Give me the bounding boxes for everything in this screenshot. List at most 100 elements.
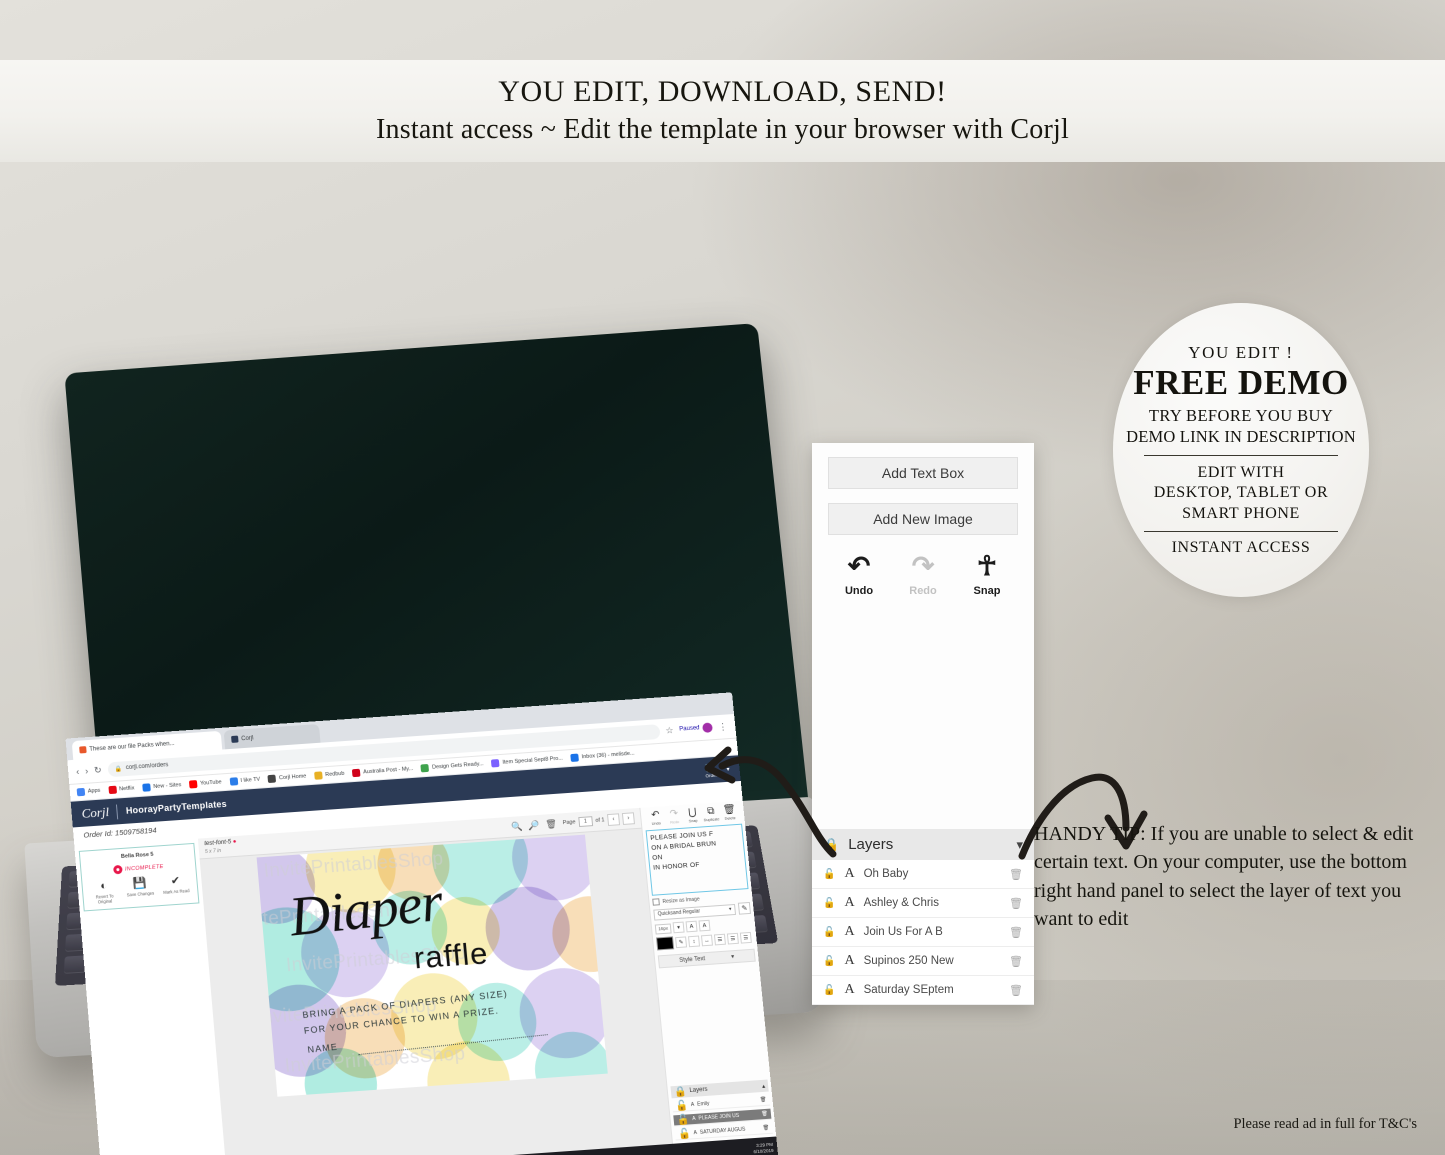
page-number-input[interactable]: 1 [578,816,593,828]
prev-page-button[interactable]: ‹ [606,813,621,827]
next-page-button[interactable]: › [621,812,635,825]
design-name-label[interactable]: NAME [307,1042,339,1055]
unlock-icon[interactable]: 🔓 [676,1114,690,1126]
checkbox-icon[interactable] [652,898,660,906]
bookmark-label: YouTube [199,779,222,787]
trash-icon[interactable]: 🗑 [761,1111,768,1117]
text-color-swatch[interactable] [656,936,675,951]
align-right-icon[interactable]: ☰ [739,931,752,944]
bookmark-item[interactable]: Corjl Home [267,772,307,784]
tool-label: Undo [651,821,661,826]
design-title-script[interactable]: Diaper [286,870,446,949]
clock-date: 6/10/2019 [753,1147,774,1154]
corjl-canvas-column: test-font-5 ● 5 x 7 in 🔍 🔎 🗑 Page 1 of 1… [197,807,673,1155]
font-family-select[interactable]: Quicksand Regular ▾ [653,903,737,921]
laptop-screen: These are our file Packs when... Corjl ‹… [65,692,779,1155]
design-title-sub[interactable]: raffle [412,935,489,976]
layer-name: Supinos 250 New [863,955,954,967]
layer-row[interactable]: 🔓 A Oh Baby 🗑 [812,860,1034,889]
layer-row[interactable]: 🔓 A Join Us For A B 🗑 [812,918,1034,947]
align-left-icon[interactable]: ☰ [713,933,726,946]
trash-icon[interactable]: 🗑 [1009,868,1023,881]
bookmark-item[interactable]: New - Sites [142,781,182,792]
font-size-input[interactable]: 16px [654,922,672,935]
line-height-icon[interactable]: ↕ [687,935,701,948]
zoom-in-icon[interactable]: 🔍 [511,821,523,833]
bookmark-favicon [570,753,580,762]
profile-chip[interactable]: Paused [679,722,713,734]
star-icon[interactable]: ☆ [665,725,674,736]
trash-icon[interactable]: 🗑 [1009,984,1023,997]
eyedropper-icon[interactable]: ✎ [675,936,688,949]
trash-icon[interactable]: 🗑 [1009,926,1023,939]
layer-name: Emily [696,1100,710,1108]
badge-divider [1144,454,1338,456]
unlock-icon[interactable]: 🔓 [675,1100,689,1112]
bookmark-item[interactable]: I like TV [229,776,260,786]
add-new-image-button[interactable]: Add New Image [828,503,1018,535]
trash-icon[interactable]: 🗑 [763,1125,770,1131]
letter-spacing-icon[interactable]: ↔ [700,934,714,947]
corjl-logo[interactable]: Corjl [81,804,110,822]
trash-icon[interactable]: 🗑 [1009,897,1023,910]
bookmark-item[interactable]: YouTube [188,778,222,789]
layer-row[interactable]: 🔓 A Saturday SEptem 🗑 [812,976,1034,1005]
redo-button[interactable]: ↷ Redo [664,808,684,825]
mark-as-read-button[interactable]: ✔ Mark As Read [159,875,192,895]
align-center-icon[interactable]: ☰ [726,932,739,945]
action-label: Save Changes [126,890,155,898]
bookmark-item[interactable]: Design Gets Ready... [420,760,484,773]
page-controls: Page 1 of 1 ‹ › [562,812,635,829]
text-layer-icon: A [691,1115,696,1123]
zoom-out-icon[interactable]: 🔎 [528,819,540,831]
chevron-up-icon[interactable]: ▴ [762,1082,766,1089]
decrease-size-icon[interactable]: A [685,920,698,933]
unlock-icon[interactable]: 🔓 [678,1128,692,1140]
delete-page-icon[interactable]: 🗑 [545,818,557,830]
url-text: corjl.com/orders [125,762,169,772]
menu-kebab-icon[interactable]: ⋮ [718,721,728,732]
invitation-design[interactable]: InvitePrintablesShop InvitePrintablesSho… [256,834,608,1097]
trash-icon[interactable]: 🗑 [760,1097,767,1103]
panel-layers-header[interactable]: 🔒 Layers ▾ [812,829,1034,860]
bookmark-item[interactable]: Redbub [313,770,345,780]
unlock-icon[interactable]: 🔓 [823,927,835,938]
unlock-icon[interactable]: 🔓 [823,985,835,996]
bookmark-item[interactable]: Australia Post - My... [351,765,414,778]
bookmark-item[interactable]: Item Special Sept8 Pro... [491,755,563,768]
add-text-box-button[interactable]: Add Text Box [828,457,1018,489]
increase-size-icon[interactable]: A [698,919,711,932]
free-demo-badge: YOU EDIT ! FREE DEMO TRY BEFORE YOU BUY … [1113,303,1369,597]
format-row: ✎ ↕ ↔ ☰ ☰ ☰ [656,931,754,951]
layer-row[interactable]: 🔓 A Ashley & Chris 🗑 [812,889,1034,918]
save-changes-button[interactable]: 💾 Save Changes [123,877,156,898]
snap-button[interactable]: ☥ Snap [968,553,1006,598]
forward-icon[interactable]: › [85,766,89,776]
banner-headline: YOU EDIT, DOWNLOAD, SEND! [498,74,947,108]
undo-button[interactable]: ↶ Undo [646,810,666,826]
back-icon[interactable]: ‹ [76,766,80,776]
unlock-icon[interactable]: 🔓 [823,898,835,909]
taskbar-clock[interactable]: 3:29 PM 6/10/2019 [753,1142,774,1155]
layer-row[interactable]: 🔓 A Supinos 250 New 🗑 [812,947,1034,976]
handy-tip-text: HANDY TIP: If you are unable to select &… [1034,823,1414,931]
trash-icon[interactable]: 🗑 [1009,955,1023,968]
bookmark-item[interactable]: Apps [76,787,101,797]
unlock-icon[interactable]: 🔓 [823,869,835,880]
chevron-down-icon: ▾ [730,954,735,961]
redo-button[interactable]: ↷ Redo [904,553,942,598]
reload-icon[interactable]: ↻ [94,764,102,775]
text-layer-icon: A [844,953,855,968]
layers-title: Layers [689,1086,708,1095]
undo-button[interactable]: ↶ Undo [840,553,878,598]
bookmark-item[interactable]: Netflix [107,784,135,795]
revert-icon: ◐ [99,879,108,893]
order-card[interactable]: Bella Rose 5 INCOMPLETE ◐ Revert To Orig… [78,842,200,912]
bookmark-item[interactable]: Inbox (36) - melisde... [570,750,635,762]
revert-to-original-button[interactable]: ◐ Revert To Original [87,880,121,905]
chevron-down-icon[interactable]: ▾ [672,921,685,934]
font-picker-icon[interactable]: ✎ [737,901,752,915]
shop-name: HoorayPartyTemplates [125,798,228,816]
page-total-label: of 1 [595,817,605,824]
unlock-icon[interactable]: 🔓 [823,956,835,967]
